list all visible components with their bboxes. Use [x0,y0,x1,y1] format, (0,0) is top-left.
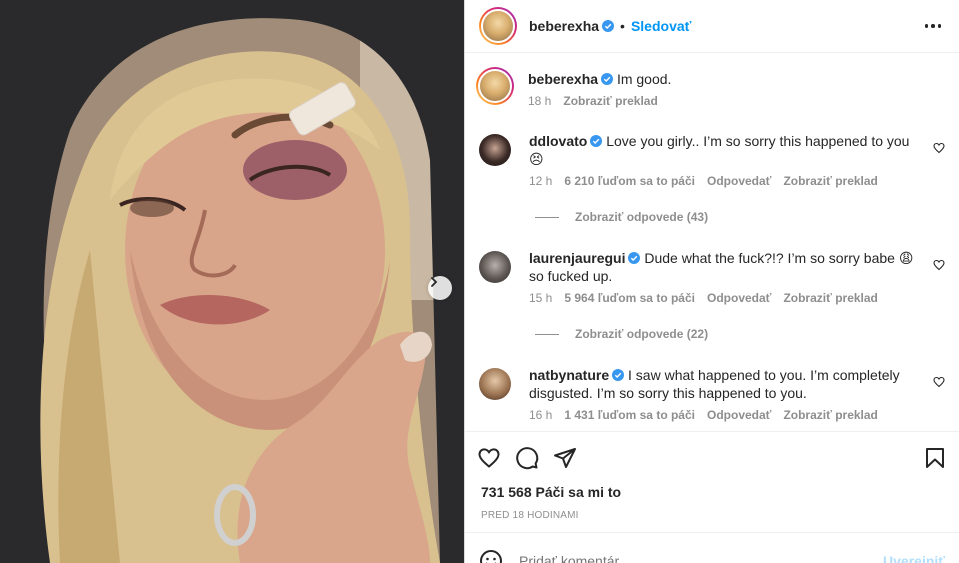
comment-username[interactable]: laurenjauregui [529,250,625,266]
post-header: beberexha • Sledovať [465,0,959,53]
likes-count[interactable]: 731 568 Páči sa mi to [481,484,947,500]
comment-composer: Uverejniť [465,532,959,563]
caption-time[interactable]: 18 h [528,94,551,108]
comment-likes[interactable]: 5 964 ľuďom sa to páči [564,291,695,305]
caption-translate-link[interactable]: Zobraziť preklad [563,94,657,108]
comment-username[interactable]: ddlovato [529,133,587,149]
comment-button[interactable] [515,446,539,470]
translate-link[interactable]: Zobraziť preklad [783,408,877,422]
heart-icon [478,448,500,468]
replies-divider [535,333,559,335]
more-options-button[interactable] [921,20,946,32]
caption-username[interactable]: beberexha [528,71,598,87]
comment-item: ddlovato Love you girly.. I’m so sorry t… [479,132,945,188]
view-replies-button[interactable]: Zobraziť odpovede (22) [535,327,945,341]
comment-input[interactable] [519,552,884,563]
bookmark-icon [926,448,944,468]
emoji-icon [480,549,502,563]
reply-button[interactable]: Odpovedať [707,291,771,305]
post-panel: beberexha • Sledovať beberexha Im good. [464,0,959,563]
comment-time[interactable]: 15 h [529,291,552,305]
verified-icon [590,135,603,147]
next-image-button[interactable] [428,276,452,300]
heart-icon[interactable] [933,142,945,154]
share-button[interactable] [553,446,577,470]
verified-icon [612,369,625,381]
post-comment-button[interactable]: Uverejniť [883,553,945,563]
follow-button[interactable]: Sledovať [631,18,691,34]
commenter-avatar[interactable] [479,134,511,166]
more-icon [924,24,928,28]
heart-icon[interactable] [933,376,945,388]
selfie-image [0,0,464,563]
save-button[interactable] [923,446,947,470]
view-replies-label: Zobraziť odpovede (22) [575,327,709,341]
like-button[interactable] [477,446,501,470]
comment-item: laurenjauregui Dude what the fuck?!? I’m… [479,249,945,305]
commenter-avatar[interactable] [479,251,511,283]
comment-likes[interactable]: 6 210 ľuďom sa to páči [564,174,695,188]
author-username[interactable]: beberexha [529,18,599,34]
emoji-button[interactable] [479,549,503,563]
comment-username[interactable]: natbynature [529,367,609,383]
commenter-avatar[interactable] [479,368,511,400]
comments-list: beberexha Im good. 18 h Zobraziť preklad… [465,53,959,431]
view-replies-button[interactable]: Zobraziť odpovede (43) [535,210,945,224]
translate-link[interactable]: Zobraziť preklad [783,174,877,188]
caption: beberexha Im good. 18 h Zobraziť preklad [476,67,945,108]
translate-link[interactable]: Zobraziť preklad [783,291,877,305]
comment-time[interactable]: 16 h [529,408,552,422]
reply-button[interactable]: Odpovedať [707,408,771,422]
author-avatar[interactable] [479,7,517,45]
post-timestamp[interactable]: PRED 18 HODINAMI [481,510,947,521]
comment-item: natbynature I saw what happened to you. … [479,366,945,422]
replies-divider [535,216,559,218]
comment-likes[interactable]: 1 431 ľuďom sa to páči [564,408,695,422]
post-photo [0,0,464,563]
chevron-right-icon [431,277,438,287]
verified-icon [601,73,614,85]
reply-button[interactable]: Odpovedať [707,174,771,188]
verified-icon [602,20,615,32]
view-replies-label: Zobraziť odpovede (43) [575,210,709,224]
verified-icon [628,252,641,264]
share-icon [554,448,576,468]
caption-avatar[interactable] [476,67,514,105]
comment-icon [516,447,539,470]
heart-icon[interactable] [933,259,945,271]
post-actions: 731 568 Páči sa mi to PRED 18 HODINAMI [465,431,959,521]
separator-dot: • [620,18,625,34]
comment-time[interactable]: 12 h [529,174,552,188]
caption-text: Im good. [616,71,672,87]
